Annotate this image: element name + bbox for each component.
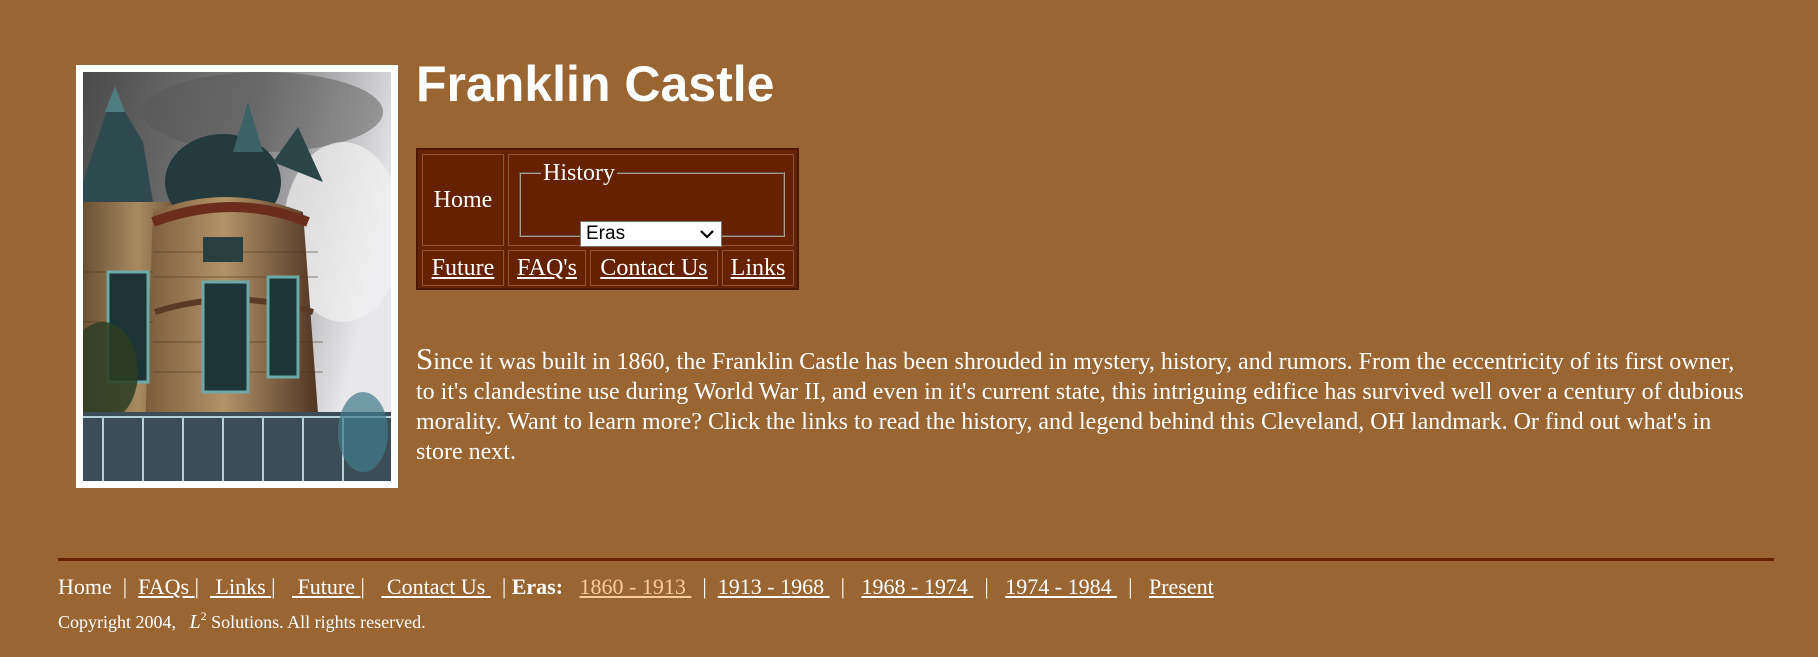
footer-nav: Home | FAQs | Links | Future | Contact U… [58,573,1214,601]
footer-contact-link[interactable]: Contact Us [381,574,490,599]
copyright-l: L [189,611,201,633]
eras-select[interactable]: Eras [580,221,722,247]
nav-cell-history: History Eras [508,154,794,247]
footer-era-link-1913[interactable]: 1913 - 1968 [718,574,830,599]
nav-cell-links: Links [722,250,794,286]
chevron-down-icon [700,230,714,239]
copyright-prefix: Copyright 2004, [58,612,190,632]
footer-separator: | [271,574,293,599]
castle-photo-frame [76,65,398,488]
page-title: Franklin Castle [416,56,775,112]
footer-era-link-1860[interactable]: 1860 - 1913 [580,574,692,599]
footer-era-link-1974[interactable]: 1974 - 1984 [1005,574,1117,599]
footer-separator: | [1117,574,1149,599]
footer-links-link[interactable]: Links [210,574,271,599]
copyright-notice: Copyright 2004, L2 Solutions. All rights… [58,604,426,634]
footer-home[interactable]: Home [58,574,112,599]
footer-separator: | [194,574,211,599]
nav-faqs-link[interactable]: FAQ's [517,255,577,282]
nav-cell-faqs: FAQ's [508,250,586,286]
nav-home-link[interactable]: Home [434,187,493,214]
footer-era-link-present[interactable]: Present [1149,574,1214,599]
footer-faqs-link[interactable]: FAQs [138,574,194,599]
footer-separator: | [829,574,862,599]
nav-future-link[interactable]: Future [432,255,495,282]
copyright-suffix: Solutions. All rights reserved. [206,612,426,632]
nav-contact-link[interactable]: Contact Us [600,255,707,282]
intro-paragraph: Since it was built in 1860, the Franklin… [416,341,1756,467]
nav-cell-contact: Contact Us [590,250,718,286]
intro-dropcap: S [416,341,434,376]
footer-separator: | [691,574,718,599]
footer-divider [58,558,1774,561]
footer-separator: | [360,574,382,599]
footer-era-link-1968[interactable]: 1968 - 1974 [862,574,974,599]
footer-separator: | [490,574,512,599]
history-legend: History [543,160,615,186]
nav-cell-home: Home [422,154,504,246]
footer-future-link[interactable]: Future [292,574,360,599]
footer-eras-label: Eras: [511,574,564,599]
nav-links-link[interactable]: Links [731,255,786,282]
footer-separator: | [111,574,139,599]
history-fieldset: History Eras [519,160,785,247]
intro-text: ince it was built in 1860, the Franklin … [416,349,1744,465]
nav-cell-future: Future [422,250,504,286]
main-nav-table: Home History Eras Future FAQ's Contact U… [416,148,799,290]
footer-separator: | [973,574,1006,599]
castle-photo [83,72,391,481]
eras-select-value: Eras [586,223,626,244]
